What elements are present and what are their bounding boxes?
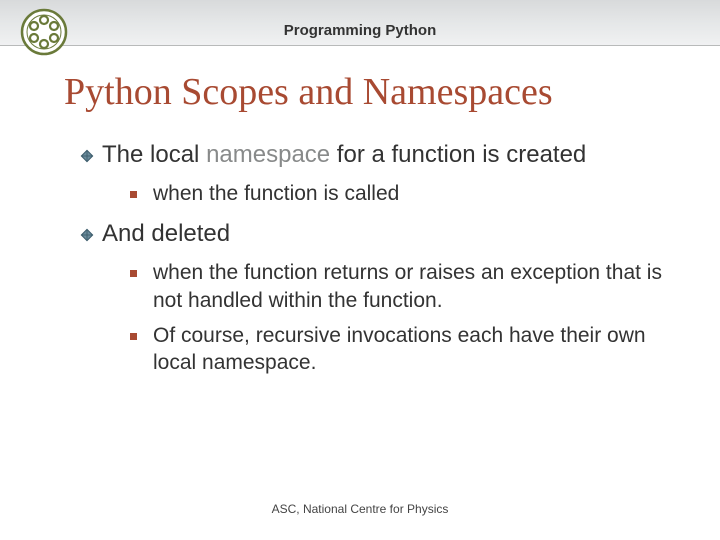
diamond-bullet-icon: [80, 149, 94, 163]
content-area: The local namespace for a function is cr…: [80, 140, 680, 384]
bullet-text: And deleted: [102, 219, 230, 249]
bullet-text: The local namespace for a function is cr…: [102, 140, 586, 170]
bullet-text: when the function is called: [153, 180, 399, 207]
bullet-level2: when the function returns or raises an e…: [130, 259, 680, 314]
square-bullet-icon: [130, 191, 137, 198]
bullet-level1: And deleted: [80, 219, 680, 249]
header-title: Programming Python: [0, 22, 720, 39]
institution-logo: [20, 8, 68, 56]
slide-title: Python Scopes and Namespaces: [64, 70, 553, 114]
bullet-level2: when the function is called: [130, 180, 680, 207]
bullet-text: when the function returns or raises an e…: [153, 259, 680, 314]
bullet-text: Of course, recursive invocations each ha…: [153, 322, 680, 377]
footer-text: ASC, National Centre for Physics: [0, 502, 720, 516]
square-bullet-icon: [130, 333, 137, 340]
bullet-level1: The local namespace for a function is cr…: [80, 140, 680, 170]
square-bullet-icon: [130, 270, 137, 277]
diamond-bullet-icon: [80, 228, 94, 242]
bullet-level2: Of course, recursive invocations each ha…: [130, 322, 680, 377]
